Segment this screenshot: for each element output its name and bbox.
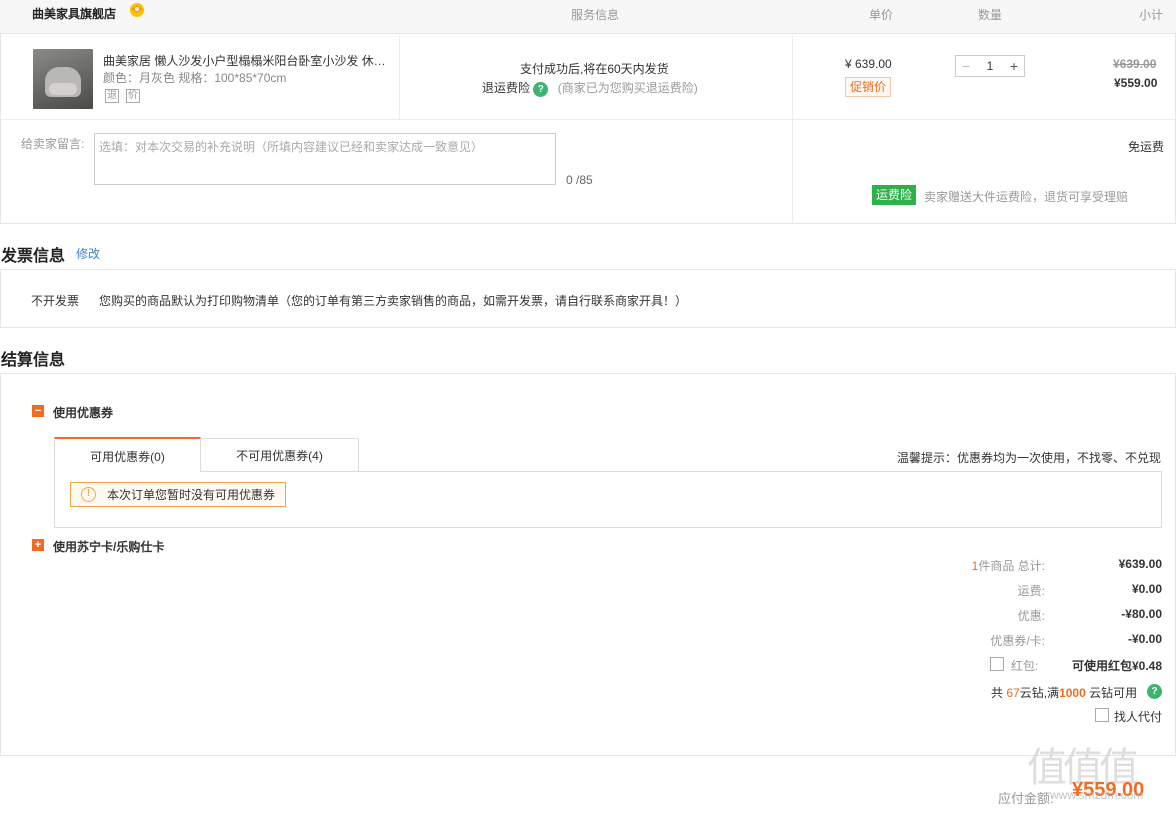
- invoice-title: 发票信息: [1, 248, 66, 265]
- coupon-card-label: 优惠券/卡:: [990, 634, 1045, 648]
- sum-coupon: -¥0.00: [1127, 632, 1162, 646]
- message-char-count: 0 /85: [566, 173, 593, 187]
- invoice-desc: 您购买的商品默认为打印购物清单（您的订单有第三方卖家销售的商品，如需开发票，请自…: [99, 294, 688, 308]
- divider: [399, 35, 400, 120]
- no-coupon-text: 本次订单您暂时没有可用优惠券: [107, 488, 276, 502]
- expand-icon[interactable]: +: [32, 539, 44, 551]
- diamond-threshold: 1000: [1059, 686, 1086, 700]
- quantity-stepper: − 1 +: [955, 55, 1025, 77]
- return-tag-icon: 退: [105, 89, 119, 103]
- subtotal-original: ¥639.00: [1113, 57, 1157, 71]
- product-spec: 颜色：月灰色 规格：100*85*70cm: [103, 71, 287, 85]
- return-insurance-note: (商家已为您购买退运费险): [557, 81, 698, 95]
- tab-available-coupons[interactable]: 可用优惠券(0): [54, 437, 201, 472]
- decrement-button[interactable]: −: [956, 58, 976, 74]
- watermark-site: www.smzdm.com: [1050, 788, 1144, 802]
- store-name[interactable]: 曲美家具旗舰店: [32, 5, 116, 22]
- divider: [792, 35, 793, 224]
- tab-unavailable-coupons[interactable]: 不可用优惠券(4): [200, 438, 359, 472]
- no-coupon-notice: ! 本次订单您暂时没有可用优惠券: [70, 482, 286, 507]
- redpacket-checkbox[interactable]: [990, 657, 1004, 671]
- coupon-tip: 温馨提示：优惠券均为一次使用，不找零、不兑现: [897, 451, 1162, 465]
- col-service: 服务信息: [571, 8, 620, 22]
- sum-freight: ¥0.00: [1131, 582, 1162, 596]
- proxy-pay-checkbox[interactable]: [1095, 708, 1109, 722]
- card-section-toggle[interactable]: 使用苏宁卡/乐购仕卡: [53, 538, 164, 555]
- sum-total: ¥639.00: [1118, 557, 1162, 571]
- warning-icon: !: [81, 487, 96, 502]
- product-title[interactable]: 曲美家居 懒人沙发小户型榻榻米阳台卧室小沙发 休闲…: [103, 52, 388, 69]
- redpacket-label: 红包:: [1011, 659, 1039, 673]
- collapse-icon[interactable]: −: [32, 405, 44, 417]
- return-insurance-label: 退运费险: [482, 81, 531, 95]
- sum-discount: -¥80.00: [1121, 607, 1162, 621]
- message-input[interactable]: 选填：对本次交易的补充说明（所填内容建议已经和卖家达成一致意见）: [94, 133, 556, 185]
- coupon-section-toggle[interactable]: 使用优惠券: [53, 404, 113, 421]
- store-badge-icon: [127, 2, 147, 18]
- freight-insurance-badge: 运费险: [872, 185, 917, 205]
- item-count-label: 1件商品 总计:: [971, 559, 1045, 573]
- pay-amount-label: 应付金额:: [998, 791, 1054, 806]
- message-label: 给卖家留言:: [21, 137, 85, 151]
- col-subtotal: 小计: [1139, 8, 1164, 22]
- help-icon[interactable]: ?: [1147, 684, 1162, 699]
- diamond-count: 67: [1006, 686, 1020, 700]
- increment-button[interactable]: +: [1004, 58, 1024, 74]
- help-icon[interactable]: ?: [533, 82, 549, 97]
- free-shipping: 免运费: [1128, 140, 1165, 154]
- col-price: 单价: [869, 8, 894, 22]
- proxy-pay-label: 找人代付: [1114, 710, 1163, 724]
- return-insurance: 退运费险 ? (商家已为您购买退运费险): [482, 79, 698, 97]
- quantity-value[interactable]: 1: [976, 59, 1004, 73]
- price-tag-icon: 价: [126, 89, 140, 103]
- unit-price: ¥ 639.00: [845, 57, 892, 71]
- invoice-edit-link[interactable]: 修改: [76, 245, 100, 262]
- discount-label: 优惠:: [1017, 609, 1045, 623]
- col-qty: 数量: [978, 8, 1003, 22]
- product-thumbnail[interactable]: [33, 49, 93, 109]
- ship-promise: 支付成功后,将在60天内发货: [520, 62, 669, 76]
- freight-label: 运费:: [1017, 584, 1045, 598]
- diamond-info: 共 67云钻,满1000 云钻可用: [991, 686, 1138, 700]
- freight-insurance-text: 卖家赠送大件运费险，退货可享受理赔: [924, 190, 1129, 204]
- promo-badge: 促销价: [845, 77, 892, 97]
- settlement-title: 结算信息: [1, 352, 66, 369]
- divider: [1, 119, 1175, 120]
- sum-redpacket: 可使用红包¥0.48: [1071, 659, 1162, 673]
- invoice-type: 不开发票: [31, 294, 80, 308]
- subtotal: ¥559.00: [1114, 76, 1158, 90]
